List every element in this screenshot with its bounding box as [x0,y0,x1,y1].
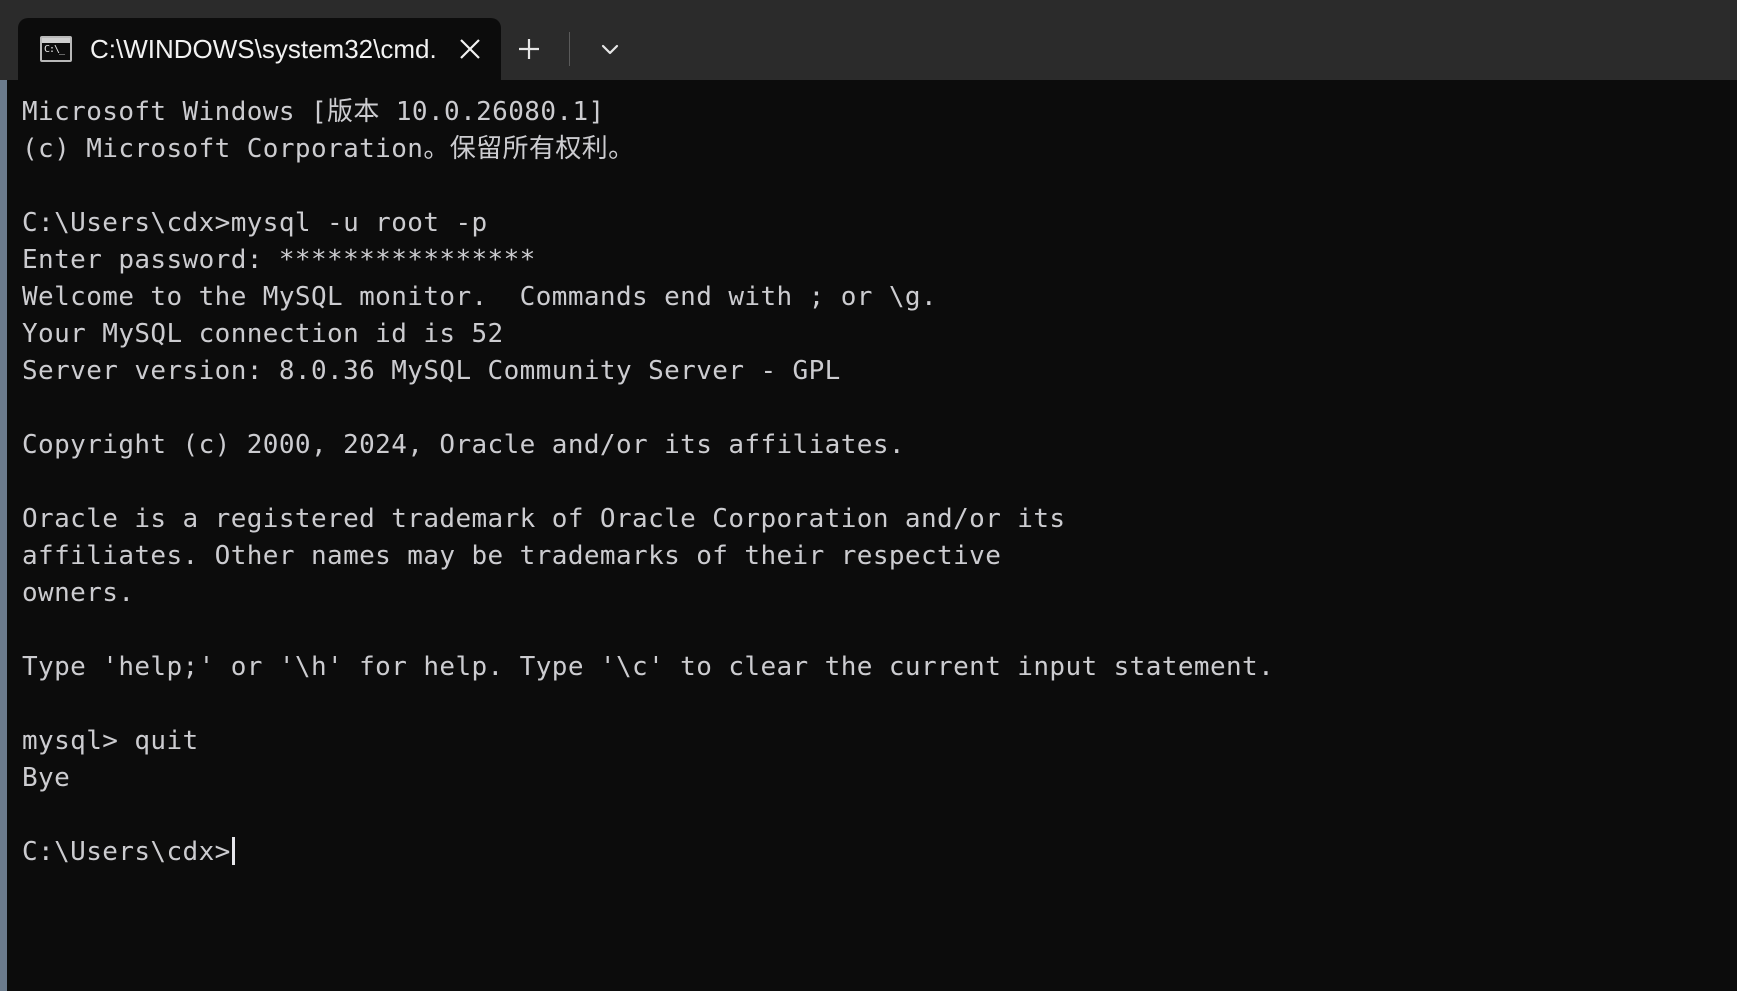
terminal-line: Copyright (c) 2000, 2024, Oracle and/or … [22,430,905,460]
terminal-window: C:\_ C:\WINDOWS\system32\cmd.exe [0,0,1737,991]
cmd-console-icon-glyph: C:\_ [44,44,65,55]
tab-cmd[interactable]: C:\_ C:\WINDOWS\system32\cmd.exe [18,18,501,80]
terminal-line: Enter password: **************** [22,245,536,275]
title-bar: C:\_ C:\WINDOWS\system32\cmd.exe [0,0,1737,80]
terminal-line: C:\Users\cdx> [22,834,1737,871]
terminal-line: C:\Users\cdx>mysql -u root -p [22,208,488,238]
terminal-line: affiliates. Other names may be trademark… [22,541,1002,571]
terminal-line: Welcome to the MySQL monitor. Commands e… [22,282,938,312]
close-icon[interactable] [439,18,501,80]
terminal-screen[interactable]: Microsoft Windows [版本 10.0.26080.1] (c) M… [7,80,1737,991]
new-tab-icon[interactable] [501,18,557,80]
terminal-body: Microsoft Windows [版本 10.0.26080.1] (c) M… [0,80,1737,991]
terminal-line: Oracle is a registered trademark of Orac… [22,504,1066,534]
terminal-line: Microsoft Windows [版本 10.0.26080.1] [22,97,605,127]
terminal-line: owners. [22,578,135,608]
window-left-border [0,80,7,991]
tab-title: C:\WINDOWS\system32\cmd.exe [90,34,435,64]
tabbar-actions [501,18,638,80]
cmd-console-icon: C:\_ [40,36,72,62]
terminal-line: Server version: 8.0.36 MySQL Community S… [22,356,841,386]
chevron-down-icon[interactable] [582,18,638,80]
terminal-line: Type 'help;' or '\h' for help. Type '\c'… [22,652,1275,682]
text-cursor [231,837,235,865]
terminal-line: mysql> quit [22,726,199,756]
terminal-line: (c) Microsoft Corporation。保留所有权利。 [22,134,635,164]
terminal-line: Bye [22,763,71,793]
toolbar-divider [569,32,570,66]
terminal-line: Your MySQL connection id is 52 [22,319,504,349]
